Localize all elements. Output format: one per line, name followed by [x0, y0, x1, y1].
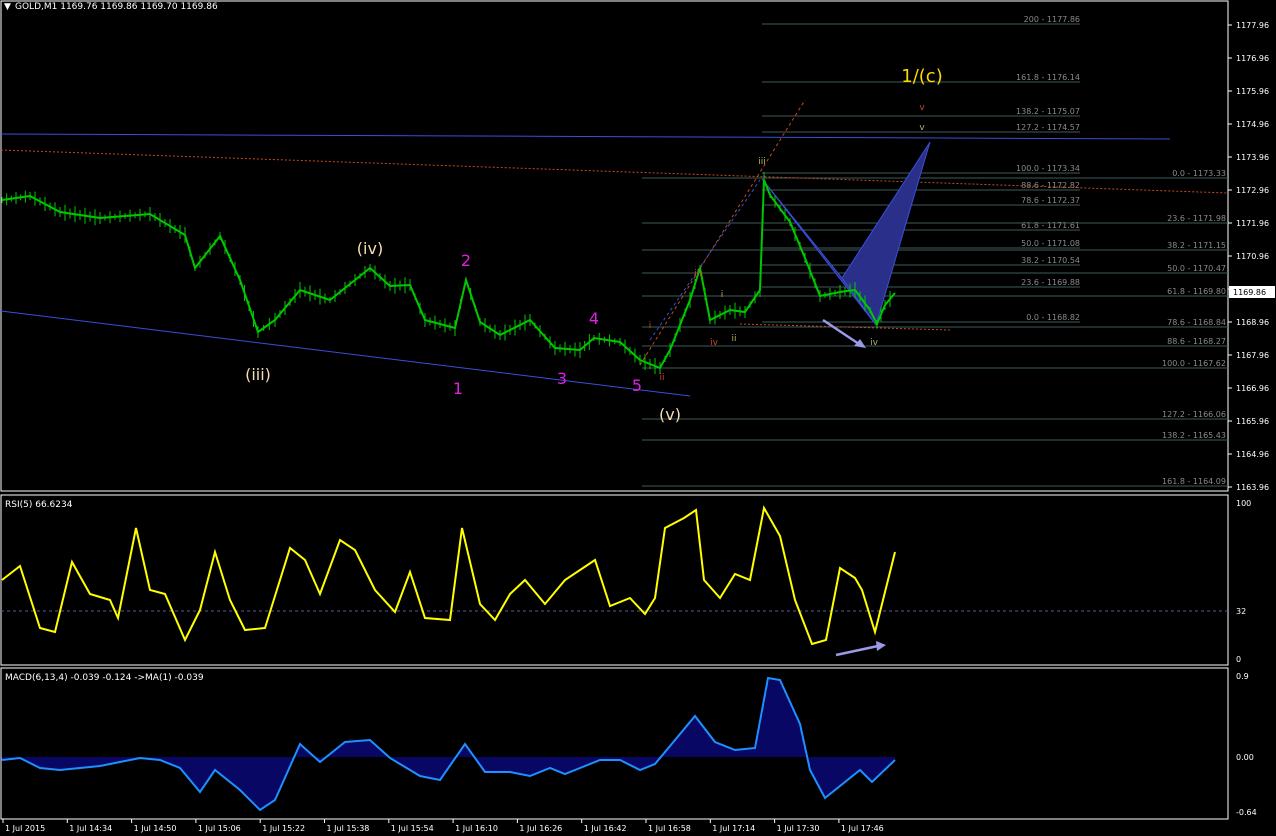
fib-label: 138.2 - 1165.43 [1162, 431, 1226, 440]
time-tick-label: 1 Jul 16:10 [455, 824, 498, 833]
price-tick-label: 1164.96 [1236, 450, 1269, 459]
price-tick-label: 1170.96 [1236, 252, 1269, 261]
wave-label-sm-iv: iv [710, 338, 719, 348]
fib-label: 138.2 - 1175.07 [1016, 107, 1080, 116]
price-tick-label: 1177.96 [1236, 21, 1269, 30]
wave-label-g-ii: ii [731, 334, 736, 344]
fib-label: 61.8 - 1171.61 [1021, 221, 1080, 230]
wave-label-w1: 1 [453, 379, 463, 398]
fib-label: 50.0 - 1170.47 [1167, 264, 1226, 273]
wave-label-iv-paren: (iv) [357, 239, 383, 258]
wave-label-g-iv: iv [870, 338, 879, 348]
time-tick-label: 1 Jul 14:34 [69, 824, 112, 833]
wave-label-w5: 5 [632, 376, 642, 395]
price-tick-label: 1173.96 [1236, 153, 1269, 162]
price-axis: 1177.96 1176.96 1175.96 1174.96 1173.96 1172.… [1228, 21, 1269, 817]
fib-label: 200 - 1177.86 [1024, 15, 1080, 24]
current-price-label: 1169.86 [1233, 288, 1266, 297]
time-tick-label: 1 Jul 2015 [5, 824, 45, 833]
fib-label: 100.0 - 1173.34 [1016, 164, 1080, 173]
price-tick-label: 1176.96 [1236, 54, 1269, 63]
fib-label: 127.2 - 1174.57 [1016, 123, 1080, 132]
price-tick-label: 1163.96 [1236, 483, 1269, 492]
rsi-level-label: 100 [1236, 499, 1251, 508]
fib-label: 100.0 - 1167.62 [1162, 359, 1226, 368]
fib-label: 23.6 - 1169.88 [1021, 278, 1080, 287]
time-tick-label: 1 Jul 15:06 [198, 824, 241, 833]
macd-level-label: -0.64 [1236, 808, 1257, 817]
fib-label: 38.2 - 1171.15 [1167, 241, 1226, 250]
fib-label: 23.6 - 1171.98 [1167, 214, 1226, 223]
time-tick-label: 1 Jul 17:14 [712, 824, 755, 833]
price-tick-label: 1174.96 [1236, 120, 1269, 129]
macd-title: MACD(6,13,4) -0.039 -0.124 ->MA(1) -0.03… [5, 673, 204, 683]
time-tick-label: 1 Jul 14:50 [134, 824, 177, 833]
price-tick-label: 1166.96 [1236, 384, 1269, 393]
time-tick-label: 1 Jul 17:30 [777, 824, 820, 833]
macd-level-label: 0.00 [1236, 753, 1254, 762]
wave-label-r-v: v [919, 103, 925, 113]
fib-label: 50.0 - 1171.08 [1021, 239, 1080, 248]
macd-level-label: 0.9 [1236, 672, 1249, 681]
time-tick-label: 1 Jul 16:26 [519, 824, 562, 833]
fib-label: 61.8 - 1169.80 [1167, 287, 1226, 296]
fib-label: 0.0 - 1173.33 [1172, 169, 1226, 178]
rsi-level-label: 32 [1236, 607, 1246, 616]
dropdown-icon[interactable]: ▼ [4, 2, 11, 12]
wave-label-sm-iii: iii [694, 269, 702, 279]
price-tick-label: 1172.96 [1236, 186, 1269, 195]
time-axis: 1 Jul 2015 1 Jul 14:34 1 Jul 14:50 1 Jul 15… [2, 819, 884, 833]
wave-label-w4: 4 [589, 309, 599, 328]
macd-pane [0, 667, 1229, 820]
wave-label-sm-ii: ii [659, 373, 664, 383]
price-tick-label: 1168.96 [1236, 318, 1269, 327]
fib-label: 38.2 - 1170.54 [1021, 256, 1080, 265]
time-tick-label: 1 Jul 17:46 [841, 824, 884, 833]
fib-label: 127.2 - 1166.06 [1162, 410, 1226, 419]
wave-label-w3: 3 [557, 369, 567, 388]
time-tick-label: 1 Jul 16:58 [648, 824, 691, 833]
fib-label: 78.6 - 1172.37 [1021, 196, 1080, 205]
time-tick-label: 1 Jul 15:22 [262, 824, 305, 833]
rsi-title: RSI(5) 66.6234 [5, 500, 73, 510]
rsi-level-label: 0 [1236, 655, 1241, 664]
wave-label-sm-i: i [649, 321, 652, 331]
price-tick-label: 1165.96 [1236, 417, 1269, 426]
time-tick-label: 1 Jul 15:54 [391, 824, 434, 833]
wave-label-w2: 2 [461, 251, 471, 270]
price-tick-label: 1175.96 [1236, 87, 1269, 96]
wave-label-c-label: 1/(c) [901, 66, 942, 87]
wave-label-g-i: i [721, 290, 724, 300]
fib-label: 161.8 - 1176.14 [1016, 73, 1080, 82]
fib-label: 88.6 - 1168.27 [1167, 337, 1226, 346]
fib-label: 0.0 - 1168.82 [1026, 313, 1080, 322]
fib-label: 161.8 - 1164.09 [1162, 477, 1226, 486]
price-tick-label: 1171.96 [1236, 219, 1269, 228]
chart-title: GOLD,M1 1169.76 1169.86 1169.70 1169.86 [15, 2, 218, 12]
price-tick-label: 1167.96 [1236, 351, 1269, 360]
time-tick-label: 1 Jul 16:42 [584, 824, 627, 833]
trading-chart: ▼ GOLD,M1 1169.76 1169.86 1169.70 1169.8… [0, 0, 1275, 833]
fib-label: 88.6 - 1172.82 [1021, 181, 1080, 190]
fib-label: 78.6 - 1168.84 [1167, 318, 1226, 327]
wave-label-g-v: v [919, 123, 925, 133]
wave-label-g-iii: iii [758, 157, 766, 167]
wave-label-v-paren: (v) [659, 405, 681, 424]
wave-label-iii-paren: (iii) [245, 365, 271, 384]
time-tick-label: 1 Jul 15:38 [327, 824, 370, 833]
